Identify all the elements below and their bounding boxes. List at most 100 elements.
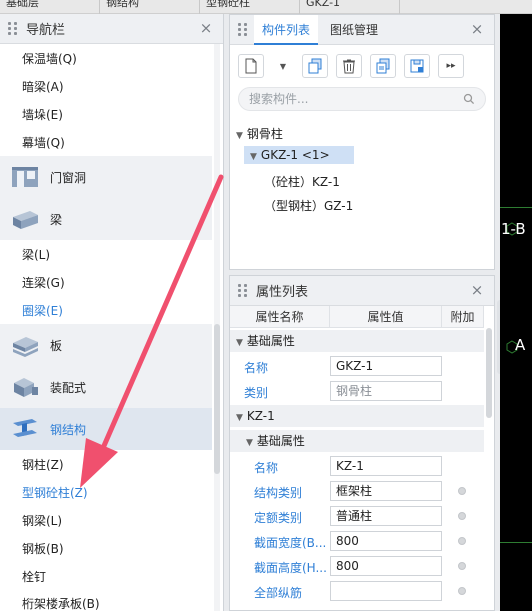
tree-node-steel-column[interactable]: （型钢柱）GZ-1	[264, 197, 353, 214]
attach-checkbox[interactable]	[458, 587, 466, 595]
nav-item-coupling-beam[interactable]: 连梁(G)	[22, 274, 65, 291]
group-label: 基础属性	[256, 434, 305, 448]
nav-item-curtain-wall[interactable]: 幕墙(Q)	[22, 134, 65, 151]
category-steel-structure[interactable]: 钢结构	[0, 408, 212, 450]
nav-close-icon[interactable]: ×	[199, 21, 213, 36]
attach-checkbox[interactable]	[458, 487, 466, 495]
caret-down-icon[interactable]: ▼	[236, 413, 243, 423]
tab-component-list[interactable]: 构件列表	[254, 15, 319, 45]
group-label: KZ-1	[246, 409, 275, 423]
tab-drawing-management[interactable]: 图纸管理	[322, 15, 386, 45]
nav-item-beam[interactable]: 梁(L)	[22, 246, 50, 263]
category-label: 板	[50, 338, 63, 353]
top-tab-3[interactable]: GKZ-1	[300, 0, 400, 14]
copy-component-button[interactable]	[302, 54, 328, 78]
double-chevron-right-icon: ▸▸	[446, 61, 456, 71]
new-dropdown-button[interactable]: ▼	[272, 54, 294, 78]
component-panel-close-icon[interactable]: ×	[470, 22, 484, 37]
nav-scroll-thumb[interactable]	[214, 324, 220, 474]
caret-down-icon[interactable]: ▼	[236, 338, 243, 348]
prop-label-structure-type: 结构类别	[254, 486, 303, 500]
grid-line	[500, 207, 532, 208]
axis-label-1b: 1-B	[501, 220, 526, 238]
group-kz1-basic[interactable]: ▼ 基础属性	[230, 430, 484, 452]
component-search-input[interactable]	[249, 91, 459, 107]
prefab-icon	[14, 378, 38, 397]
drag-handle-icon[interactable]	[236, 23, 250, 37]
top-tab-1[interactable]: 钢结构	[100, 0, 200, 14]
prop-value-all-rebar[interactable]	[330, 581, 442, 601]
delete-component-button[interactable]	[336, 54, 362, 78]
prop-label-section-height: 截面高度(H...	[254, 561, 327, 575]
attach-checkbox[interactable]	[458, 537, 466, 545]
property-scroll-thumb[interactable]	[486, 328, 492, 418]
slab-icon	[13, 337, 38, 357]
axis-label-a: A	[515, 336, 526, 354]
nav-item-truss-deck[interactable]: 桁架楼承板(B)	[22, 595, 100, 611]
nav-item-wall-pier[interactable]: 墙垛(E)	[22, 106, 63, 123]
app-window: 基础层 钢结构 型钢砼柱 GKZ-1 导航栏 × 保温墙(Q) 暗梁(A) 墙垛…	[0, 0, 532, 611]
prop-label-all-rebar: 全部纵筋	[254, 586, 303, 600]
attach-checkbox[interactable]	[458, 512, 466, 520]
property-list-panel: 属性列表 × 属性名称 属性值 附加 ▼ 基础属性 名称 GKZ-1 类别 钢骨柱…	[229, 275, 495, 611]
top-tab-2[interactable]: 型钢砼柱	[200, 0, 300, 14]
save-template-button[interactable]	[404, 54, 430, 78]
category-door-window[interactable]: 门窗洞	[0, 156, 212, 198]
prop-value-name[interactable]: GKZ-1	[330, 356, 442, 376]
prop-value-type: 钢骨柱	[330, 381, 442, 401]
more-tools-button[interactable]: ▸▸	[438, 54, 464, 78]
category-beam[interactable]: 梁	[0, 198, 212, 240]
top-tab-0[interactable]: 基础层	[0, 0, 100, 14]
grid-line	[500, 542, 532, 543]
group-basic-properties[interactable]: ▼ 基础属性	[230, 330, 484, 352]
category-prefab[interactable]: 装配式	[0, 366, 212, 408]
prop-value-section-height[interactable]: 800	[330, 556, 442, 576]
prop-label-section-width: 截面宽度(B...	[254, 536, 327, 550]
chevron-down-icon: ▼	[279, 61, 287, 71]
drag-handle-icon[interactable]	[6, 22, 20, 36]
caret-down-icon[interactable]: ▼	[236, 131, 243, 141]
prop-label-kz-name: 名称	[254, 461, 279, 475]
prop-value-section-width[interactable]: 800	[330, 531, 442, 551]
layer-copy-button[interactable]	[370, 54, 396, 78]
prop-value-quota-type[interactable]: 普通柱	[330, 506, 442, 526]
prop-value-kz-name[interactable]: KZ-1	[330, 456, 442, 476]
nav-item-insulation-wall[interactable]: 保温墙(Q)	[22, 50, 77, 67]
property-panel-title: 属性列表	[256, 285, 309, 300]
category-slab[interactable]: 板	[0, 324, 212, 366]
nav-item-steel-column[interactable]: 钢柱(Z)	[22, 456, 64, 473]
caret-down-icon[interactable]: ▼	[250, 152, 257, 162]
layer-copy-icon	[376, 58, 390, 74]
tree-node-label: GKZ-1 <1>	[260, 148, 330, 162]
nav-item-steel-beam[interactable]: 钢梁(L)	[22, 512, 62, 529]
caret-down-icon[interactable]: ▼	[246, 438, 253, 448]
nav-item-steel-concrete-column[interactable]: 型钢砼柱(Z)	[22, 484, 88, 501]
column-header-value: 属性值	[330, 306, 442, 328]
nav-item-steel-plate[interactable]: 钢板(B)	[22, 540, 64, 557]
attach-checkbox[interactable]	[458, 562, 466, 570]
prop-value-structure-type[interactable]: 框架柱	[330, 481, 442, 501]
nav-item-ring-beam[interactable]: 圈梁(E)	[22, 302, 63, 319]
group-kz1[interactable]: ▼ KZ-1	[230, 405, 484, 427]
component-toolbar: ▼ ▸▸	[238, 53, 464, 79]
nav-item-stud[interactable]: 栓钉	[22, 568, 46, 585]
tree-node-selected[interactable]: ▼ GKZ-1 <1>	[244, 146, 354, 164]
group-label: 基础属性	[246, 334, 295, 348]
top-tab-strip: 基础层 钢结构 型钢砼柱 GKZ-1	[0, 0, 532, 14]
beam-icon	[13, 211, 38, 229]
property-panel-close-icon[interactable]: ×	[470, 283, 484, 298]
nav-scrollbar[interactable]	[214, 44, 220, 611]
tree-node-concrete-column[interactable]: （砼柱）KZ-1	[264, 173, 340, 190]
nav-header: 导航栏 ×	[0, 14, 223, 44]
category-label: 钢结构	[50, 422, 87, 437]
new-component-button[interactable]	[238, 54, 264, 78]
search-icon[interactable]	[463, 93, 475, 105]
nav-item-hidden-beam[interactable]: 暗梁(A)	[22, 78, 64, 95]
top-tab-label: 基础层	[6, 0, 39, 9]
top-tab-label: 钢结构	[106, 0, 139, 9]
drawing-canvas[interactable]: 1-B A	[500, 14, 532, 611]
nav-title: 导航栏	[26, 23, 66, 38]
tree-node-root[interactable]: ▼ 钢骨柱	[236, 125, 283, 142]
component-search[interactable]	[238, 87, 486, 111]
drag-handle-icon[interactable]	[236, 284, 250, 298]
